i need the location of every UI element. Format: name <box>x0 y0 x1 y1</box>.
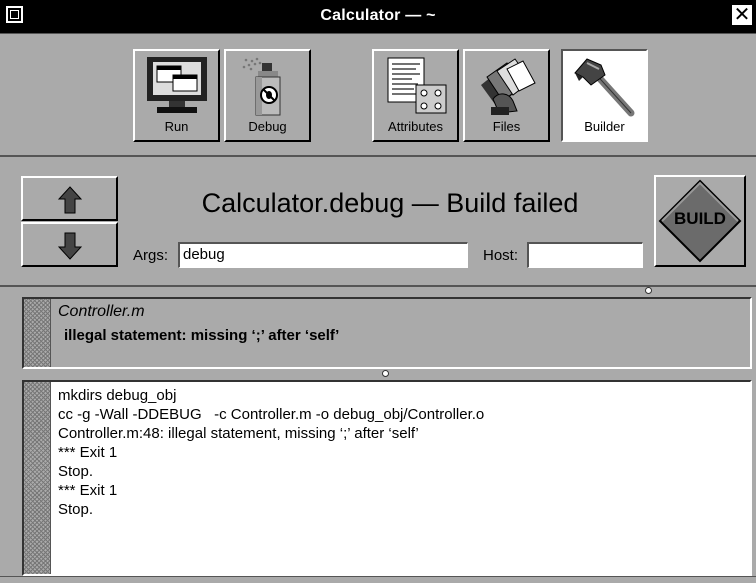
attributes-button[interactable]: Attributes <box>372 49 459 142</box>
close-button[interactable]: ✕ <box>732 4 752 25</box>
log-line: Controller.m:48: illegal statement, miss… <box>58 425 419 442</box>
build-button[interactable]: BUILD <box>654 175 746 267</box>
file-cards-icon <box>481 58 536 115</box>
attributes-inspector-icon <box>387 57 447 114</box>
builder-window: Calculator — ~ ✕ Run Debug Attributes Fi… <box>0 0 756 583</box>
next-error-button[interactable] <box>21 222 118 267</box>
panel-scroller[interactable] <box>24 299 51 367</box>
window-title: Calculator — ~ <box>320 7 436 24</box>
builder-button[interactable]: Builder <box>561 49 648 142</box>
files-button-label: Files <box>492 119 521 134</box>
bug-spray-can-icon <box>242 57 281 116</box>
toolbar: Run Debug Attributes Files Builder <box>0 34 756 157</box>
build-controls: Calculator.debug — Build failed Args: de… <box>0 157 756 287</box>
log-line: *** Exit 1 <box>58 444 118 461</box>
build-button-label: BUILD <box>674 209 726 228</box>
build-log-panel[interactable]: mkdirs debug_obj cc -g -Wall -DDEBUG -c … <box>22 380 752 576</box>
build-log-text: mkdirs debug_obj cc -g -Wall -DDEBUG -c … <box>58 386 744 519</box>
title-bar[interactable]: Calculator — ~ ✕ <box>0 0 756 34</box>
arrow-down-icon <box>58 232 82 260</box>
files-button[interactable]: Files <box>463 49 550 142</box>
run-button[interactable]: Run <box>133 49 220 142</box>
args-label: Args: <box>133 247 169 264</box>
previous-error-button[interactable] <box>21 176 118 221</box>
hammer-icon <box>574 58 635 117</box>
builder-button-label: Builder <box>584 119 625 134</box>
build-status-title: Calculator.debug — Build failed <box>201 188 579 218</box>
debug-button[interactable]: Debug <box>224 49 311 142</box>
error-list-panel[interactable]: Controller.m illegal statement: missing … <box>22 297 752 369</box>
splitter-handle-bottom[interactable] <box>382 370 389 377</box>
log-line: cc -g -Wall -DDEBUG -c Controller.m -o d… <box>58 406 485 423</box>
log-line: Stop. <box>58 463 94 480</box>
args-field[interactable]: debug <box>178 242 468 268</box>
log-line: *** Exit 1 <box>58 482 118 499</box>
attributes-button-label: Attributes <box>388 119 443 134</box>
run-button-label: Run <box>164 119 189 134</box>
arrow-up-icon <box>58 186 82 214</box>
log-line: mkdirs debug_obj <box>58 387 177 404</box>
log-scroller[interactable] <box>24 382 51 574</box>
host-field[interactable] <box>527 242 643 268</box>
splitter-handle-top[interactable] <box>645 287 652 294</box>
host-label: Host: <box>483 247 519 264</box>
error-file-name: Controller.m <box>58 303 145 320</box>
debug-button-label: Debug <box>248 119 287 134</box>
computer-monitor-icon <box>147 57 207 113</box>
error-message: illegal statement: missing ‘;’ after ‘se… <box>64 327 340 344</box>
log-line: Stop. <box>58 501 94 518</box>
